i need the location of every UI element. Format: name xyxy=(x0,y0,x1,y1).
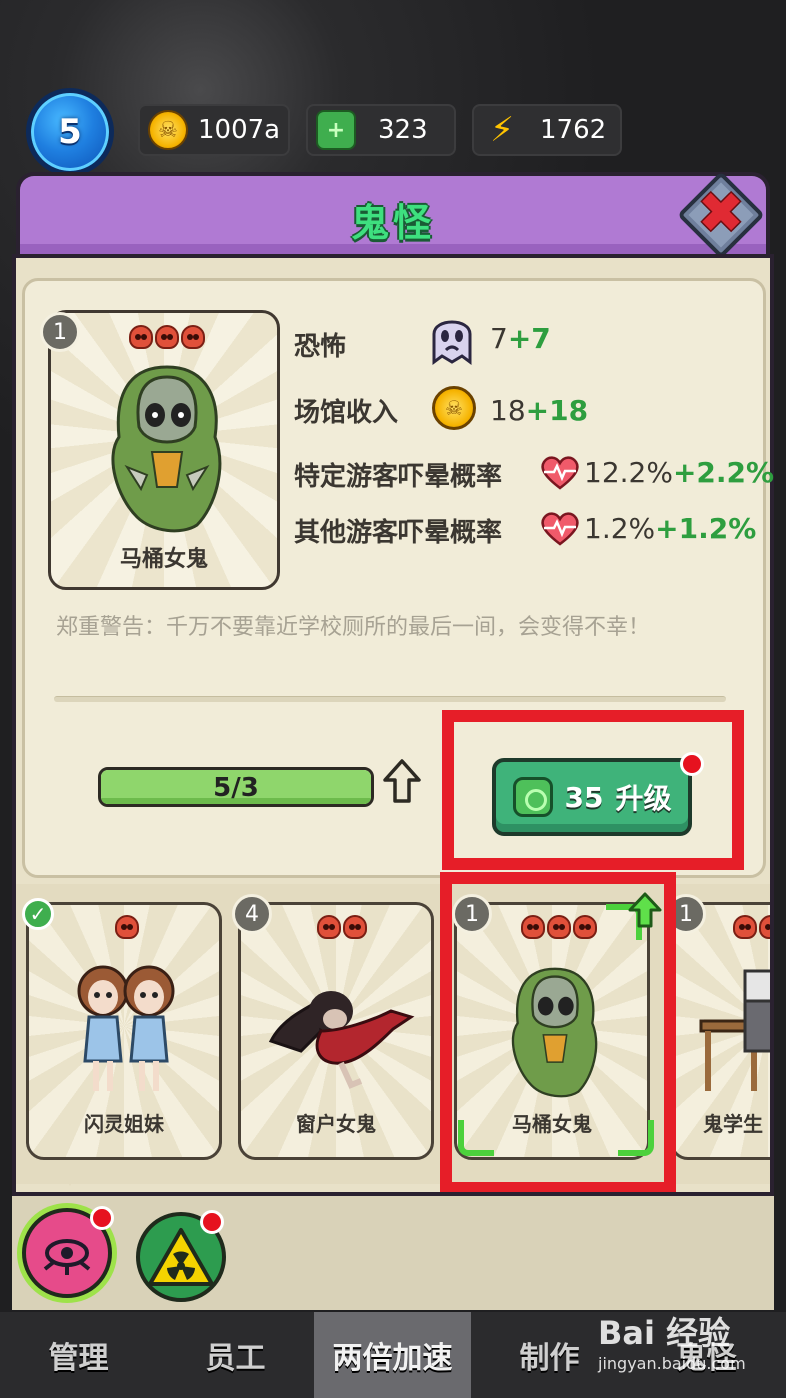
notification-dot xyxy=(90,1206,114,1230)
stat-base-other-faint: 1.2% xyxy=(584,512,656,545)
skull-icon xyxy=(317,915,341,939)
nav-staff[interactable]: 员工 xyxy=(157,1312,314,1398)
coins-value: 1007a xyxy=(198,115,281,145)
baidu-watermark: Bai 经验 jingyan.baidu.com xyxy=(598,1308,778,1388)
player-level: 5 xyxy=(58,112,82,152)
ghost-portrait: 马桶女鬼 xyxy=(48,310,280,590)
roster-card[interactable]: 闪灵姐妹 xyxy=(26,902,222,1160)
rarity-skulls xyxy=(317,915,367,939)
stat-value-other-faint: 1.2%+1.2% xyxy=(584,512,756,545)
window-ghost-figure xyxy=(268,991,415,1089)
stat-bonus-fear: +7 xyxy=(507,322,551,355)
skull-icon xyxy=(343,915,367,939)
toilet-ghost-figure xyxy=(111,365,222,533)
roster-card[interactable]: 窗户女鬼 xyxy=(238,902,434,1160)
ghost-student-figure xyxy=(699,969,770,1091)
coin-icon: ☠ xyxy=(148,110,188,150)
ghost-face-icon xyxy=(432,320,472,365)
watermark-brand: Bai 经验 xyxy=(598,1314,731,1352)
stat-base-fear: 7 xyxy=(490,322,508,355)
owned-check-icon: ✓ xyxy=(22,898,54,930)
notification-dot xyxy=(200,1210,224,1234)
category-tabs-bar xyxy=(12,1192,774,1310)
rarity-skulls xyxy=(129,325,205,349)
stat-label-other-faint: 其他游客吓晕概率 xyxy=(294,518,503,548)
stat-base-income: 18 xyxy=(490,394,526,427)
radiation-glyph xyxy=(148,1228,214,1286)
energy-counter[interactable]: ⚡ 1762 xyxy=(472,104,622,156)
roster-level: 4 xyxy=(245,901,259,927)
stat-bonus-specific-faint: +2.2% xyxy=(672,456,775,489)
stat-bonus-income: +18 xyxy=(525,394,589,427)
stat-value-fear: 7+7 xyxy=(490,322,551,355)
coins-counter[interactable]: ☠ 1007a xyxy=(138,104,290,156)
twin-sisters-figure xyxy=(77,965,175,1091)
lightning-icon: ⚡ xyxy=(490,110,514,150)
close-x-icon[interactable]: ✖ xyxy=(686,178,756,248)
stat-bonus-other-faint: +1.2% xyxy=(655,512,757,545)
roster-card-name: 鬼学生 xyxy=(703,1112,763,1136)
stat-label-specific-faint: 特定游客吓晕概率 xyxy=(294,462,503,492)
arrow-up-icon xyxy=(383,759,421,803)
rarity-skulls xyxy=(733,915,770,939)
stat-base-specific-faint: 12.2% xyxy=(584,456,673,489)
stat-label-fear: 恐怖 xyxy=(294,332,347,362)
highlight-box-upgrade xyxy=(442,710,744,870)
gem-plus-icon: + xyxy=(316,110,356,150)
skull-icon xyxy=(759,915,770,939)
roster-level: 1 xyxy=(679,901,693,927)
gems-value: 323 xyxy=(378,115,428,145)
roster-card-name: 窗户女鬼 xyxy=(296,1112,376,1136)
watermark-url: jingyan.baidu.com xyxy=(598,1354,746,1373)
ghost-level-circle: 1 xyxy=(40,312,80,352)
panel-title: 鬼怪 xyxy=(350,201,435,245)
gems-counter[interactable]: + 323 xyxy=(306,104,456,156)
roster-level-circle: 4 xyxy=(232,894,272,934)
skull-icon xyxy=(733,915,757,939)
skull-icon xyxy=(129,325,153,349)
skull-icon xyxy=(155,325,179,349)
ghost-description: 郑重警告：千万不要靠近学校厕所的最后一间，会变得不幸！ xyxy=(56,615,651,640)
ghost-level: 1 xyxy=(53,319,67,345)
energy-value: 1762 xyxy=(540,115,607,145)
panel-header: 鬼怪 xyxy=(16,172,770,254)
roster-card[interactable]: 鬼学生 xyxy=(670,902,770,1160)
nav-double-speed[interactable]: 两倍加速 xyxy=(314,1312,471,1398)
stat-value-specific-faint: 12.2%+2.2% xyxy=(584,456,774,489)
skull-icon xyxy=(181,325,205,349)
heartbeat-icon xyxy=(541,456,579,490)
upgrade-progress-bar: 5/3 xyxy=(98,767,374,807)
divider xyxy=(54,696,726,702)
rarity-skulls xyxy=(115,915,139,939)
heartbeat-icon xyxy=(541,512,579,546)
nav-manage[interactable]: 管理 xyxy=(0,1312,157,1398)
roster-card-name: 闪灵姐妹 xyxy=(84,1112,164,1136)
speech-tail xyxy=(54,1160,86,1186)
stat-label-income: 场馆收入 xyxy=(294,398,399,428)
ghost-name: 马桶女鬼 xyxy=(119,547,208,572)
stat-value-income: 18+18 xyxy=(490,394,588,427)
coin-icon: ☠ xyxy=(432,386,476,430)
progress-text: 5/3 xyxy=(213,773,259,803)
player-level-badge[interactable]: 5 xyxy=(26,88,114,176)
skull-icon xyxy=(115,915,139,939)
highlight-box-selected-card xyxy=(440,872,676,1194)
eye-claw-glyph xyxy=(43,1239,91,1275)
